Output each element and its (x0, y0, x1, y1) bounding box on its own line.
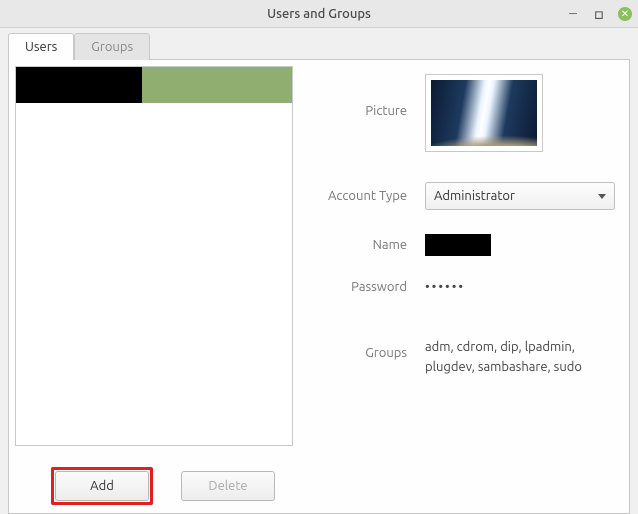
content-area: Picture Account Type Administrator Name … (15, 66, 623, 459)
main-panel: Picture Account Type Administrator Name … (8, 59, 630, 514)
window-controls: ─ ◻ ✕ (566, 0, 632, 28)
minimize-icon[interactable]: ─ (566, 7, 580, 21)
window-title: Users and Groups (267, 7, 371, 21)
user-name-redacted (16, 67, 142, 103)
tab-users[interactable]: Users (8, 33, 74, 60)
account-type-select[interactable]: Administrator (425, 182, 615, 210)
titlebar: Users and Groups ─ ◻ ✕ (0, 0, 638, 28)
add-button-highlight: Add (51, 467, 153, 505)
user-list[interactable] (15, 66, 293, 446)
tab-groups[interactable]: Groups (74, 33, 150, 60)
maximize-icon[interactable]: ◻ (592, 7, 606, 21)
list-item[interactable] (16, 67, 292, 103)
password-value[interactable]: •••••• (425, 280, 615, 294)
password-label: Password (307, 280, 425, 294)
user-picture[interactable] (425, 74, 543, 152)
tab-bar: Users Groups (0, 28, 638, 59)
picture-label: Picture (307, 74, 425, 118)
groups-value[interactable]: adm, cdrom, dip, lpadmin, plugdev, samba… (425, 338, 615, 377)
account-type-value: Administrator (434, 189, 515, 203)
name-value-redacted[interactable] (425, 234, 491, 256)
user-details: Picture Account Type Administrator Name … (303, 66, 623, 459)
account-type-label: Account Type (307, 189, 425, 203)
delete-button[interactable]: Delete (181, 471, 275, 501)
picture-thumbnail (431, 80, 537, 146)
chevron-down-icon (598, 194, 606, 199)
close-icon[interactable]: ✕ (618, 7, 632, 21)
name-label: Name (307, 238, 425, 252)
groups-label: Groups (307, 338, 425, 360)
add-button[interactable]: Add (55, 471, 149, 501)
